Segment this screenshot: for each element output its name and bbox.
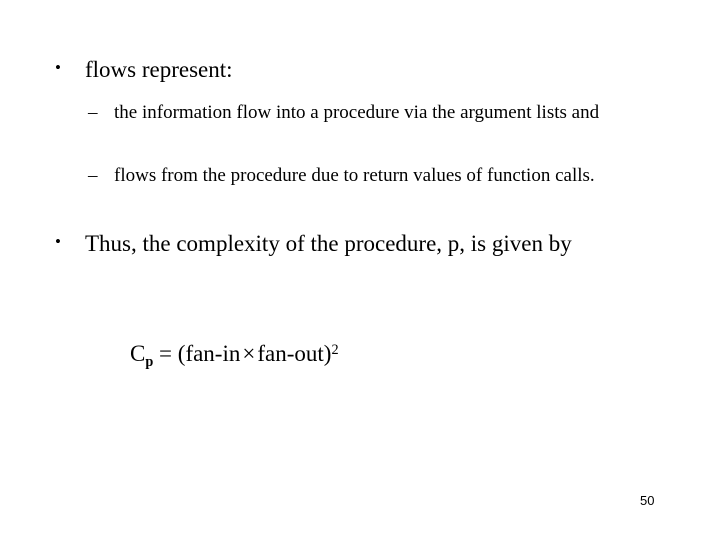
bullet-item-flows-represent: • flows represent: [55,56,655,84]
bullet-item-complexity-statement: • Thus, the complexity of the procedure,… [55,230,660,258]
formula-complexity: Cp = (fan-in×fan-out)2 [130,340,339,370]
bullet-text-complexity-statement: Thus, the complexity of the procedure, p… [85,231,572,256]
formula-lhs-subscript: p [145,353,154,370]
bullet-dot-icon: • [55,232,61,251]
sub-bullet-item-argument-lists: – the information flow into a procedure … [88,101,666,124]
multiplication-sign-icon: × [242,341,256,366]
formula-equals-sign: = [159,341,173,366]
bullet-dot-icon: • [55,58,61,77]
sub-bullet-text-return-values: flows from the procedure due to return v… [114,165,595,186]
page-number: 50 [640,493,655,508]
slide-canvas: • flows represent: – the information flo… [0,0,720,540]
bullet-text-flows-represent: flows represent: [85,57,233,82]
dash-marker-icon: – [88,102,98,123]
formula-second-term: fan-out [257,341,324,366]
formula-first-term: fan-in [185,341,241,366]
sub-bullet-text-argument-lists: the information flow into a procedure vi… [114,102,600,123]
formula-lhs-symbol: C [130,341,146,366]
formula-exponent: 2 [331,341,339,358]
dash-marker-icon: – [88,165,98,186]
sub-bullet-item-return-values: – flows from the procedure due to return… [88,164,628,187]
